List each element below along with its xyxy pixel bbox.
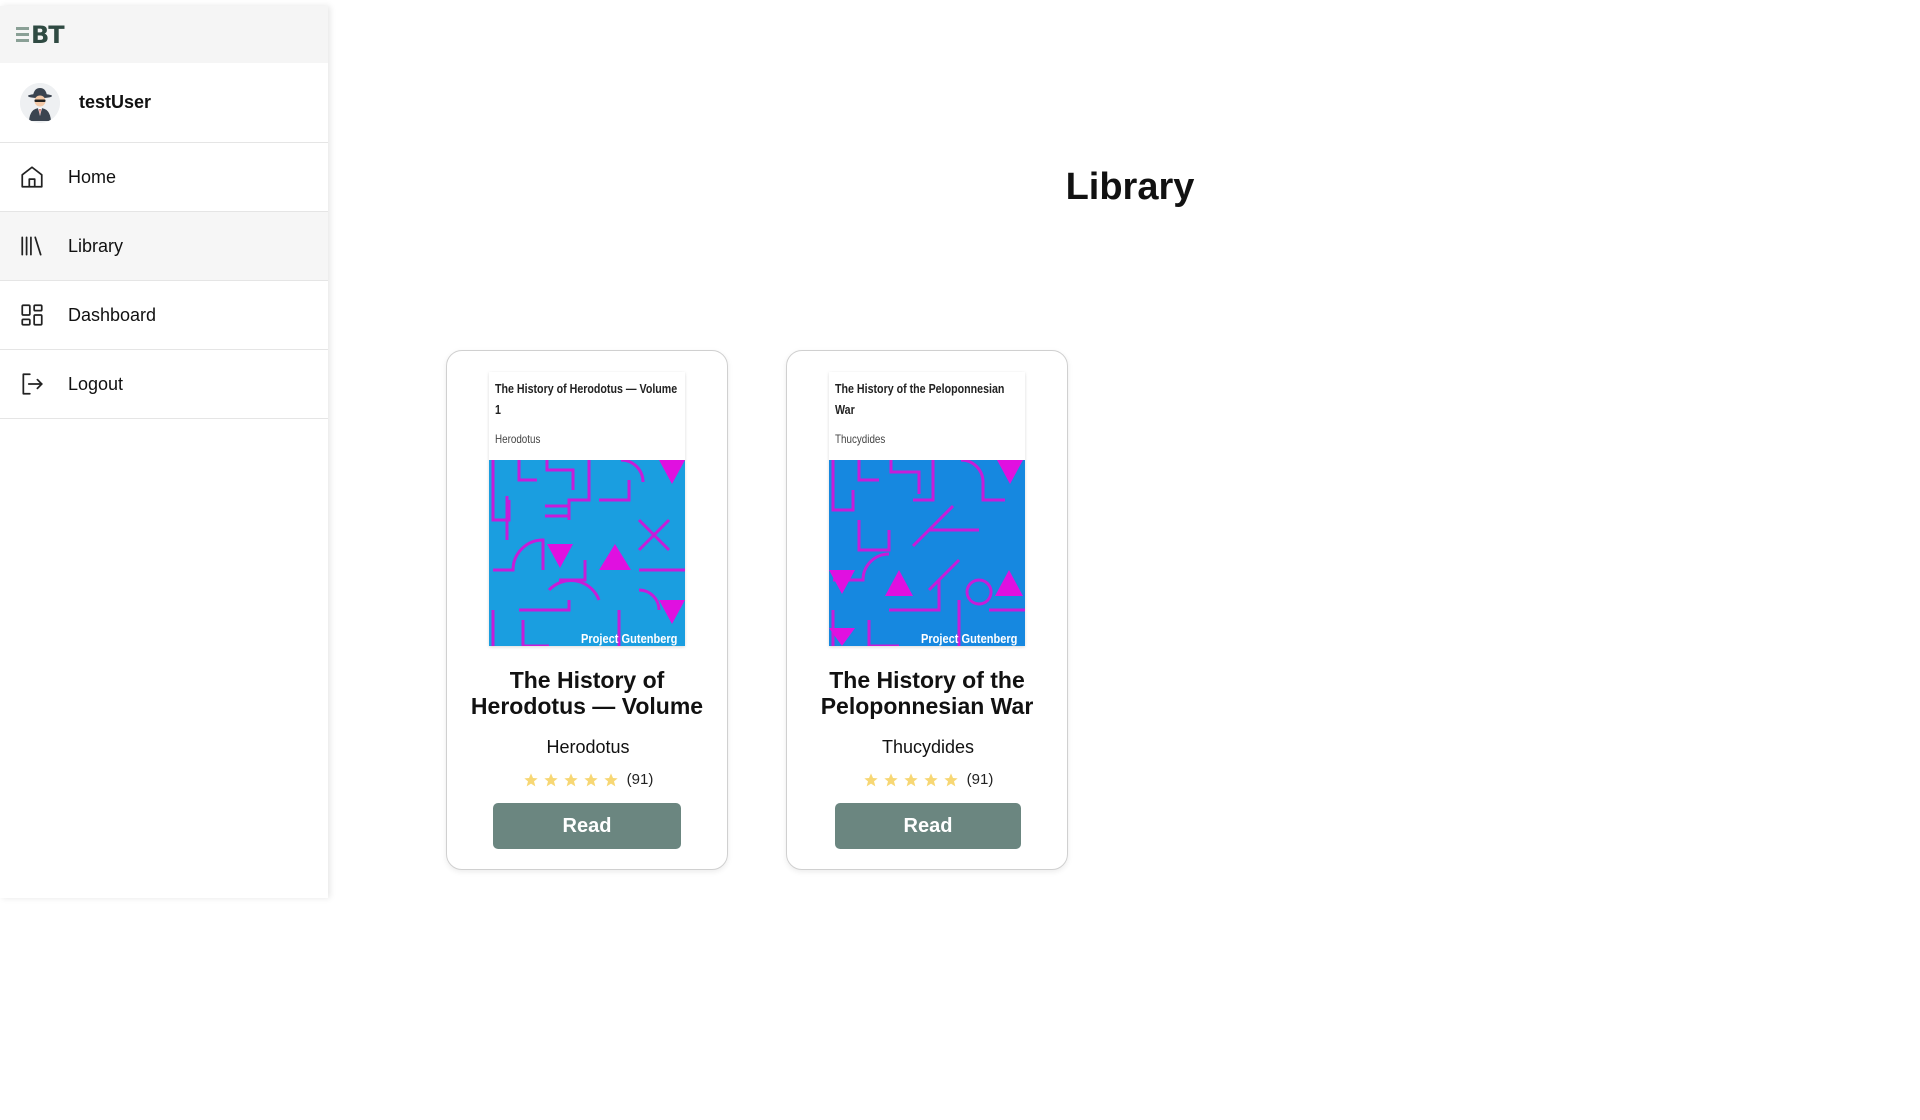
book-cover[interactable]: The History of Herodotus — Volume 1 Hero… [489,372,685,646]
book-author: Thucydides [881,737,975,757]
star-icon [943,772,958,786]
book-card: The History of the Peloponnesian War Thu… [786,350,1068,870]
cover-author: Herodotus [495,432,541,446]
book-title: The History of Herodotus — Volume 1 [470,667,704,719]
home-icon [18,163,46,191]
star-icon [883,772,898,786]
app-logo[interactable]: BT [16,20,65,49]
read-button[interactable]: Read [493,803,681,849]
sidebar-item-label: Dashboard [68,304,157,325]
book-cover[interactable]: The History of the Peloponnesian War Thu… [829,372,1025,646]
star-icon [563,772,578,786]
sidebar-item-label: Logout [68,373,124,394]
cover-pattern [489,460,685,646]
library-icon [18,232,46,260]
star-icon [523,772,538,786]
dashboard-icon [18,301,46,329]
book-card: The History of Herodotus — Volume 1 Hero… [446,350,728,870]
sidebar-header: BT [0,6,328,63]
cover-title: The History of Herodotus — Volume 1 [495,381,678,417]
sidebar-item-logout[interactable]: Logout [0,350,328,419]
page-title: Library [1065,166,1195,208]
sidebar-item-label: Library [68,235,124,256]
sidebar-item-dashboard[interactable]: Dashboard [0,281,328,350]
sidebar-item-home[interactable]: Home [0,143,328,212]
star-icon [543,772,558,786]
logo-text: BT [31,20,65,49]
star-icon [603,772,618,786]
logout-icon [18,370,46,398]
rating-count: (91) [966,771,994,788]
cover-title: The History of the Peloponnesian War [835,381,1005,417]
sidebar: BT testUser Home Library Dashboard Logou… [0,6,328,898]
spy-avatar-icon [20,82,60,123]
book-title: The History of the Peloponnesian War [820,667,1034,719]
username: testUser [79,92,152,112]
book-author: Herodotus [546,737,630,757]
read-button[interactable]: Read [835,803,1021,849]
star-icon [903,772,918,786]
menu-icon [16,27,29,42]
user-profile[interactable]: testUser [0,63,328,143]
cover-publisher: Project Gutenberg [920,631,1017,646]
star-rating: (91) [447,771,729,788]
sidebar-item-label: Home [68,166,117,187]
rating-count: (91) [626,771,654,788]
cover-author: Thucydides [835,432,886,446]
star-rating: (91) [787,771,1069,788]
cover-publisher: Project Gutenberg [580,631,677,646]
sidebar-item-library[interactable]: Library [0,212,328,281]
star-icon [923,772,938,786]
cover-pattern [829,460,1025,646]
star-icon [583,772,598,786]
star-icon [863,772,878,786]
